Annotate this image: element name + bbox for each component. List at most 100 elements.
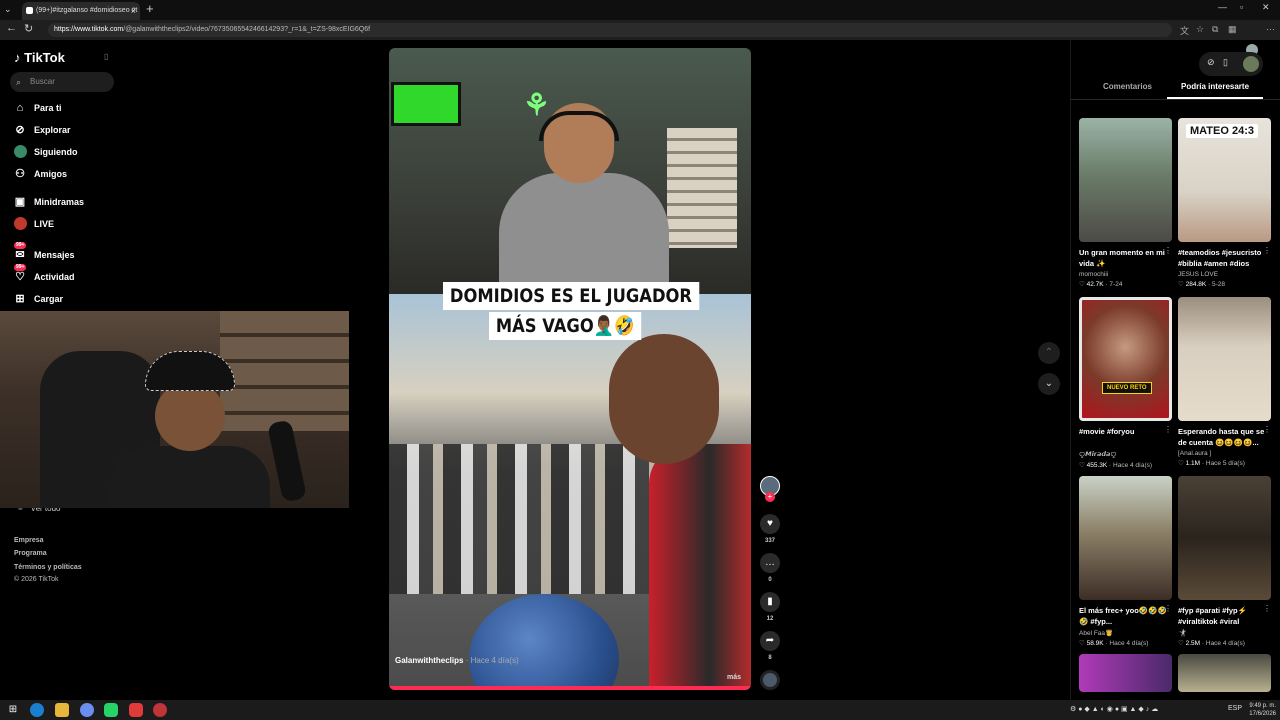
- windows-start-icon[interactable]: ⊞: [6, 703, 20, 717]
- close-window-icon[interactable]: ✕: [1262, 2, 1270, 13]
- sidebar-item-explorar[interactable]: ⊘ Explorar: [12, 121, 122, 139]
- upload-icon: ⊞: [15, 293, 25, 305]
- card-author[interactable]: momochiii: [1079, 271, 1172, 278]
- back-icon[interactable]: ←: [6, 22, 17, 34]
- recommended-video-card[interactable]: [1079, 654, 1172, 692]
- tab-comentarios[interactable]: Comentarios: [1103, 82, 1152, 91]
- new-tab-icon[interactable]: +: [146, 1, 154, 16]
- follow-plus-icon[interactable]: +: [765, 492, 775, 502]
- sidebar-item-mensajes[interactable]: ✉ 99+ Mensajes: [12, 242, 122, 264]
- footer-empresa[interactable]: Empresa: [14, 537, 44, 544]
- card-stats: ♡ 1.1M · Hace 5 día(s): [1178, 460, 1245, 467]
- card-more-icon[interactable]: ⋮: [1263, 425, 1271, 434]
- search-icon: ⌕: [16, 77, 22, 87]
- like-count: 337: [764, 538, 775, 544]
- tab-menu-icon[interactable]: ⌄: [4, 4, 12, 15]
- card-stats: ♡ 455.3K · Hace 4 día(s): [1079, 462, 1153, 469]
- video-player[interactable]: ⚘ DOMIDIOS ES EL JUGADOR MÁS VAGO🤦🏾‍♂️🤣 …: [389, 48, 751, 690]
- recommended-video-card[interactable]: #fyp #parati #fyp⚡ #viraltiktok #viral ⋮…: [1178, 476, 1271, 647]
- sidebar-item-actividad[interactable]: ♡ 99+ Actividad: [12, 264, 122, 286]
- sidebar-item-siguiendo[interactable]: Siguiendo: [12, 143, 122, 161]
- browser-tab-bar: ⌄ (99+)#itzgalanso #domidioseo #t × + — …: [0, 0, 1280, 20]
- card-more-icon[interactable]: ⋮: [1263, 604, 1271, 613]
- previous-video-icon[interactable]: ⌃: [1038, 342, 1060, 364]
- coins-icon[interactable]: ⊘: [1207, 57, 1215, 68]
- footer-terminos[interactable]: Términos y políticas: [14, 564, 82, 571]
- video-more-link[interactable]: más: [727, 674, 741, 681]
- user-avatar[interactable]: [1243, 56, 1259, 72]
- collections-icon[interactable]: ▦: [1228, 24, 1237, 35]
- tiktok-logo[interactable]: ♪ TikTok: [14, 50, 65, 65]
- recommended-video-card[interactable]: MATEO 24:3 #teamodios #jesucristo #bibli…: [1178, 118, 1271, 288]
- music-disc-icon[interactable]: [760, 670, 780, 690]
- video-thumbnail[interactable]: [1178, 654, 1271, 692]
- recording-app-icon[interactable]: [129, 703, 143, 717]
- tiktok-favicon-icon: [26, 7, 33, 14]
- tab-podria-interesarte[interactable]: Podría interesarte: [1181, 82, 1249, 91]
- card-more-icon[interactable]: ⋮: [1164, 604, 1172, 613]
- video-thumbnail[interactable]: [1178, 297, 1271, 421]
- whatsapp-icon[interactable]: [104, 703, 118, 717]
- card-author[interactable]: ꨄ𝙈𝙞𝙧𝙖𝙙𝙖ꨄ: [1079, 450, 1172, 459]
- system-tray-icons[interactable]: ⚙ ● ◆ ▲ ◐ ◉ ● ▣ ▲ ◆ ♪ ☁: [1070, 705, 1158, 713]
- recommended-video-card[interactable]: Esperando hasta que se de cuenta 😆😆😆😆...…: [1178, 297, 1271, 467]
- video-progress-fill: [389, 686, 751, 690]
- share-icon[interactable]: ➦: [760, 631, 780, 651]
- card-author[interactable]: 🤺: [1178, 629, 1271, 637]
- card-title: El más frec+ yoo🤣🤣🤣🤣 #fyp...: [1079, 606, 1167, 626]
- sidebar-item-live[interactable]: LIVE: [12, 215, 122, 233]
- video-thumbnail[interactable]: [1178, 476, 1271, 600]
- maximize-icon[interactable]: ▫: [1240, 2, 1243, 12]
- close-tab-icon[interactable]: ×: [131, 2, 136, 20]
- recommended-video-card[interactable]: El más frec+ yoo🤣🤣🤣🤣 #fyp... ⋮ Abel Faa🤴…: [1079, 476, 1172, 647]
- video-thumbnail[interactable]: [1079, 476, 1172, 600]
- translate-icon[interactable]: 文: [1180, 24, 1189, 37]
- favorite-icon[interactable]: ☆: [1196, 24, 1204, 35]
- system-clock[interactable]: 9:49 p. m. 17/6/2026: [1244, 702, 1276, 718]
- recommended-video-card[interactable]: [1178, 654, 1271, 692]
- video-thumbnail[interactable]: [1079, 654, 1172, 692]
- like-icon[interactable]: ♥: [760, 514, 780, 534]
- messages-badge: 99+: [14, 242, 27, 249]
- video-thumbnail[interactable]: MATEO 24:3: [1178, 118, 1271, 242]
- card-more-icon[interactable]: ⋮: [1164, 425, 1172, 434]
- language-indicator[interactable]: ESP: [1228, 705, 1242, 712]
- url-field[interactable]: https://www.tiktok.com/@galanwiththeclip…: [48, 23, 1172, 37]
- taskbar: ⊞ ⚙ ● ◆ ▲ ◐ ◉ ● ▣ ▲ ◆ ♪ ☁ ESP 9:49 p. m.…: [0, 700, 1280, 720]
- video-thumbnail[interactable]: NUEVO RETO: [1079, 297, 1172, 421]
- next-video-icon[interactable]: ⌄: [1038, 373, 1060, 395]
- video-thumbnail[interactable]: [1079, 118, 1172, 242]
- comment-icon[interactable]: …: [760, 553, 780, 573]
- extensions-icon[interactable]: ⧉: [1212, 24, 1218, 35]
- video-author[interactable]: Galanwiththeclips · Hace 4 día(s): [395, 656, 519, 665]
- file-explorer-icon[interactable]: [55, 703, 69, 717]
- edge-icon[interactable]: [30, 703, 44, 717]
- collapse-sidebar-icon[interactable]: ▯: [104, 52, 108, 61]
- sidebar-item-cargar[interactable]: ⊞ Cargar: [12, 290, 122, 308]
- bookmark-icon[interactable]: ▮: [760, 592, 780, 612]
- card-more-icon[interactable]: ⋮: [1263, 246, 1271, 255]
- card-author[interactable]: [Anal.aura ]: [1178, 450, 1271, 457]
- card-author[interactable]: JESUS LOVE: [1178, 271, 1271, 278]
- minimize-icon[interactable]: —: [1218, 2, 1227, 12]
- sidebar-item-amigos[interactable]: ⚇ Amigos: [12, 165, 122, 183]
- card-stats: ♡ 284.8K · 5-28: [1178, 281, 1226, 288]
- sidebar-item-minidramas[interactable]: ▣ Minidramas: [12, 193, 122, 211]
- video-progress-bar[interactable]: [389, 686, 751, 690]
- obs-icon[interactable]: [153, 703, 167, 717]
- browser-app-icon[interactable]: [80, 703, 94, 717]
- browser-tab[interactable]: (99+)#itzgalanso #domidioseo #t ×: [22, 2, 140, 20]
- card-more-icon[interactable]: ⋮: [1164, 246, 1172, 255]
- reload-icon[interactable]: ↻: [24, 22, 33, 35]
- sidebar-item-para-ti[interactable]: ⌂ Para ti: [12, 99, 122, 117]
- webcam-person: [90, 351, 270, 508]
- recommended-video-card[interactable]: NUEVO RETO #movie #foryou ⋮ ꨄ𝙈𝙞𝙧𝙖𝙙𝙖ꨄ ♡ 4…: [1079, 297, 1172, 469]
- tabs-divider: [1071, 99, 1280, 100]
- recommended-video-card[interactable]: Un gran momento en mi vida ✨ ⋮ momochiii…: [1079, 118, 1172, 288]
- footer-programa[interactable]: Programa: [14, 550, 47, 557]
- home-icon: ⌂: [16, 102, 24, 114]
- search-input[interactable]: ⌕ Buscar: [10, 72, 114, 92]
- card-author[interactable]: Abel Faa🤴: [1079, 629, 1172, 637]
- device-icon[interactable]: ▯: [1223, 57, 1228, 68]
- browser-menu-icon[interactable]: ⋯: [1266, 24, 1275, 35]
